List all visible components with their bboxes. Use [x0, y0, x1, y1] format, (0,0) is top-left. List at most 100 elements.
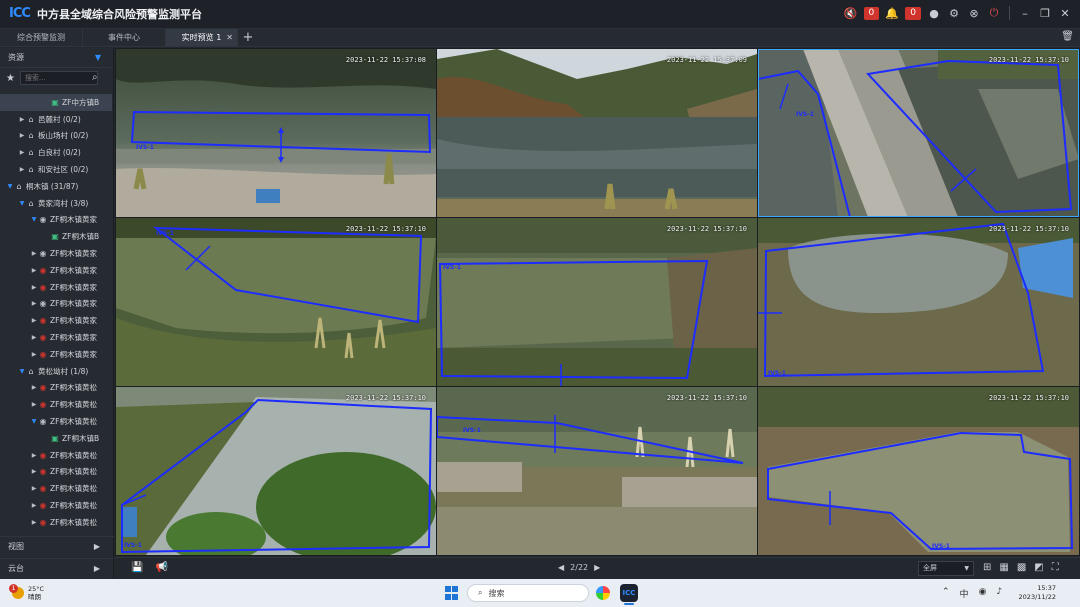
video-cell-3[interactable]: 2023-11-22 15:37:10 IVS-1 [758, 49, 1079, 217]
tree-node[interactable]: ▼ ⌂ 黄家湾村 (3/8) [0, 195, 112, 212]
tab-warning-monitor[interactable]: 综合预警监测 [0, 29, 83, 46]
tree-node[interactable]: ▶ ◉ ZF桐木镇黄松 [0, 514, 112, 531]
chevron-right-icon[interactable]: ▶ [30, 250, 38, 257]
gear-icon[interactable]: ⚙ [947, 6, 961, 20]
search-icon[interactable]: ⌕ [92, 72, 98, 83]
user-icon[interactable]: ● [927, 6, 941, 20]
tree-node[interactable]: ▶ ◉ ZF桐木镇黄松 [0, 396, 112, 413]
layout-custom-icon[interactable]: ◩ [1034, 562, 1043, 573]
tree-node[interactable]: ▶ ⌂ 和安社区 (0/2) [0, 161, 112, 178]
tab-close-icon[interactable]: ✕ [226, 33, 233, 42]
view-panel-toggle[interactable]: 视图 ▶ [0, 536, 114, 556]
tree-node[interactable]: ▶ ◉ ZF桐木镇黄家 [0, 346, 112, 363]
color-app-icon[interactable] [596, 586, 610, 600]
chevron-right-icon[interactable]: ▶ [30, 452, 38, 459]
chevron-down-icon[interactable]: ▼ [18, 368, 26, 375]
chevron-right-icon[interactable]: ▶ [30, 317, 38, 324]
chevron-right-icon[interactable]: ▶ [18, 166, 26, 173]
tab-live-preview[interactable]: 实时预览 1 ✕ [166, 29, 238, 46]
minimize-icon[interactable]: – [1018, 6, 1032, 20]
layout-4-icon[interactable]: ⊞ [983, 562, 991, 573]
tree-node[interactable]: ▣ ZF桐木镇B [0, 228, 112, 245]
tree-node[interactable]: ▼ ⌂ 桐木镇 (31/87) [0, 178, 112, 195]
tree-node[interactable]: ▶ ◉ ZF桐木镇黄松 [0, 480, 112, 497]
bell-icon[interactable]: 🔔 [885, 6, 899, 20]
input-method-icon[interactable]: 中 [960, 587, 969, 600]
power-icon[interactable]: ⏻ [987, 6, 1001, 20]
broadcast-icon[interactable]: 📢 [155, 562, 167, 573]
prev-page-icon[interactable]: ◀ [558, 563, 564, 572]
next-page-icon[interactable]: ▶ [594, 563, 600, 572]
favorite-star-icon[interactable]: ★ [6, 73, 15, 84]
chevron-right-icon[interactable]: ▶ [30, 334, 38, 341]
tree-node[interactable]: ▶ ◉ ZF桐木镇黄松 [0, 497, 112, 514]
save-icon[interactable]: 💾 [131, 562, 143, 573]
tree-node[interactable]: ▼ ⌂ 黄松坳村 (1/8) [0, 363, 112, 380]
tree-node[interactable]: ▣ ZF桐木镇B [0, 430, 112, 447]
chevron-right-icon[interactable]: ▶ [18, 149, 26, 156]
restore-icon[interactable]: ❐ [1038, 6, 1052, 20]
tree-node[interactable]: ▶ ◉ ZF桐木镇黄松 [0, 447, 112, 464]
add-tab-button[interactable]: + [238, 29, 258, 46]
chevron-right-icon[interactable]: ▶ [18, 132, 26, 139]
chevron-right-icon[interactable]: ▶ [30, 284, 38, 291]
chevron-right-icon[interactable]: ▶ [30, 502, 38, 509]
chevron-right-icon[interactable]: ▶ [18, 116, 26, 123]
chevron-right-icon[interactable]: ▶ [30, 401, 38, 408]
video-cell-4[interactable]: 2023-11-22 15:37:10 IVS-1 [116, 218, 436, 386]
tree-node[interactable]: ▶ ◉ ZF桐木镇黄松 [0, 464, 112, 481]
ptz-panel-toggle[interactable]: 云台 ▶ [0, 558, 114, 578]
video-cell-7[interactable]: 2023-11-22 15:37:10 IVS-1 [116, 387, 436, 555]
chevron-right-icon[interactable]: ▶ [30, 384, 38, 391]
taskbar-search[interactable]: ⌕ 搜索 [467, 584, 589, 602]
chevron-down-icon[interactable]: ▼ [6, 183, 14, 190]
tree-node[interactable]: ▶ ⌂ 白良村 (0/2) [0, 144, 112, 161]
windows-start-icon[interactable] [445, 586, 459, 600]
chevron-right-icon[interactable]: ▶ [30, 468, 38, 475]
tree-node[interactable]: ▶ ◉ ZF桐木镇黄家 [0, 262, 112, 279]
trash-icon[interactable]: 🗑 [1061, 31, 1074, 42]
video-cell-2[interactable]: 2023-11-22 15:37:09 [437, 49, 757, 217]
chevron-down-icon[interactable]: ▼ [30, 216, 38, 223]
chevron-right-icon[interactable]: ▶ [30, 485, 38, 492]
chevron-right-icon[interactable]: ▶ [30, 267, 38, 274]
layout-9-icon[interactable]: ▦ [999, 562, 1008, 573]
tree-node[interactable]: ▶ ◉ ZF桐木镇黄家 [0, 329, 112, 346]
tree-node[interactable]: ▼ ◉ ZF桐木镇黄松 [0, 413, 112, 430]
tree-node[interactable]: ▶ ◉ ZF桐木镇黄家 [0, 296, 112, 313]
clock[interactable]: 15:37 2023/11/22 [1019, 584, 1056, 602]
video-cell-1[interactable]: 2023-11-22 15:37:08 IVS-1 [116, 49, 436, 217]
chevron-right-icon[interactable]: ▶ [30, 300, 38, 307]
speaker-mute-icon[interactable]: 🔇 [844, 6, 858, 20]
tree-node[interactable]: ▶ ◉ ZF桐木镇黄松 [0, 380, 112, 397]
close-icon[interactable]: ✕ [1058, 6, 1072, 20]
help-icon[interactable]: ⊗ [967, 6, 981, 20]
tree-node[interactable]: ▼ ◉ ZF桐木镇黄家 [0, 212, 112, 229]
video-cell-9[interactable]: 2023-11-22 15:37:10 IVS-1 [758, 387, 1079, 555]
screen-mode-select[interactable]: 全屏 ▼ [918, 561, 974, 576]
fullscreen-icon[interactable]: ⛶ [1052, 562, 1059, 573]
weather-widget[interactable]: 1 25°C 晴朗 [9, 584, 44, 601]
layout-16-icon[interactable]: ▩ [1017, 562, 1026, 573]
wifi-icon[interactable]: ◉ [979, 587, 987, 600]
tree-node[interactable]: ▶ ◉ ZF桐木镇黄家 [0, 279, 112, 296]
chevron-down-icon[interactable]: ▼ [95, 53, 101, 62]
video-cell-8[interactable]: 2023-11-22 15:37:10 IVS-1 [437, 387, 757, 555]
tab-event-center[interactable]: 事件中心 [83, 29, 166, 46]
chevron-down-icon[interactable]: ▼ [30, 418, 38, 425]
chevron-right-icon[interactable]: ▶ [30, 351, 38, 358]
icc-app-icon[interactable]: ICC [620, 584, 638, 605]
video-cell-5[interactable]: 2023-11-22 15:37:10 IVS-1 [437, 218, 757, 386]
search-input[interactable] [19, 71, 98, 85]
network-icon[interactable]: ⌃ [942, 587, 950, 600]
tree-node[interactable]: ▶ ◉ ZF桐木镇黄家 [0, 312, 112, 329]
tree-node[interactable]: ▶ ⌂ 邑麓村 (0/2) [0, 111, 112, 128]
video-cell-6[interactable]: 2023-11-22 15:37:10 IVS-1 [758, 218, 1079, 386]
chevron-right-icon[interactable]: ▶ [30, 519, 38, 526]
chevron-down-icon[interactable]: ▼ [18, 200, 26, 207]
volume-icon[interactable]: ♪ [996, 587, 1002, 600]
tree-node[interactable]: ▶ ⌂ 板山场村 (0/2) [0, 128, 112, 145]
resource-header[interactable]: 资源 ▼ [0, 48, 113, 68]
tree-node[interactable]: ▶ ◉ ZF桐木镇黄家 [0, 245, 112, 262]
tree-node[interactable]: ▣ ZF中方镇B [0, 94, 112, 111]
